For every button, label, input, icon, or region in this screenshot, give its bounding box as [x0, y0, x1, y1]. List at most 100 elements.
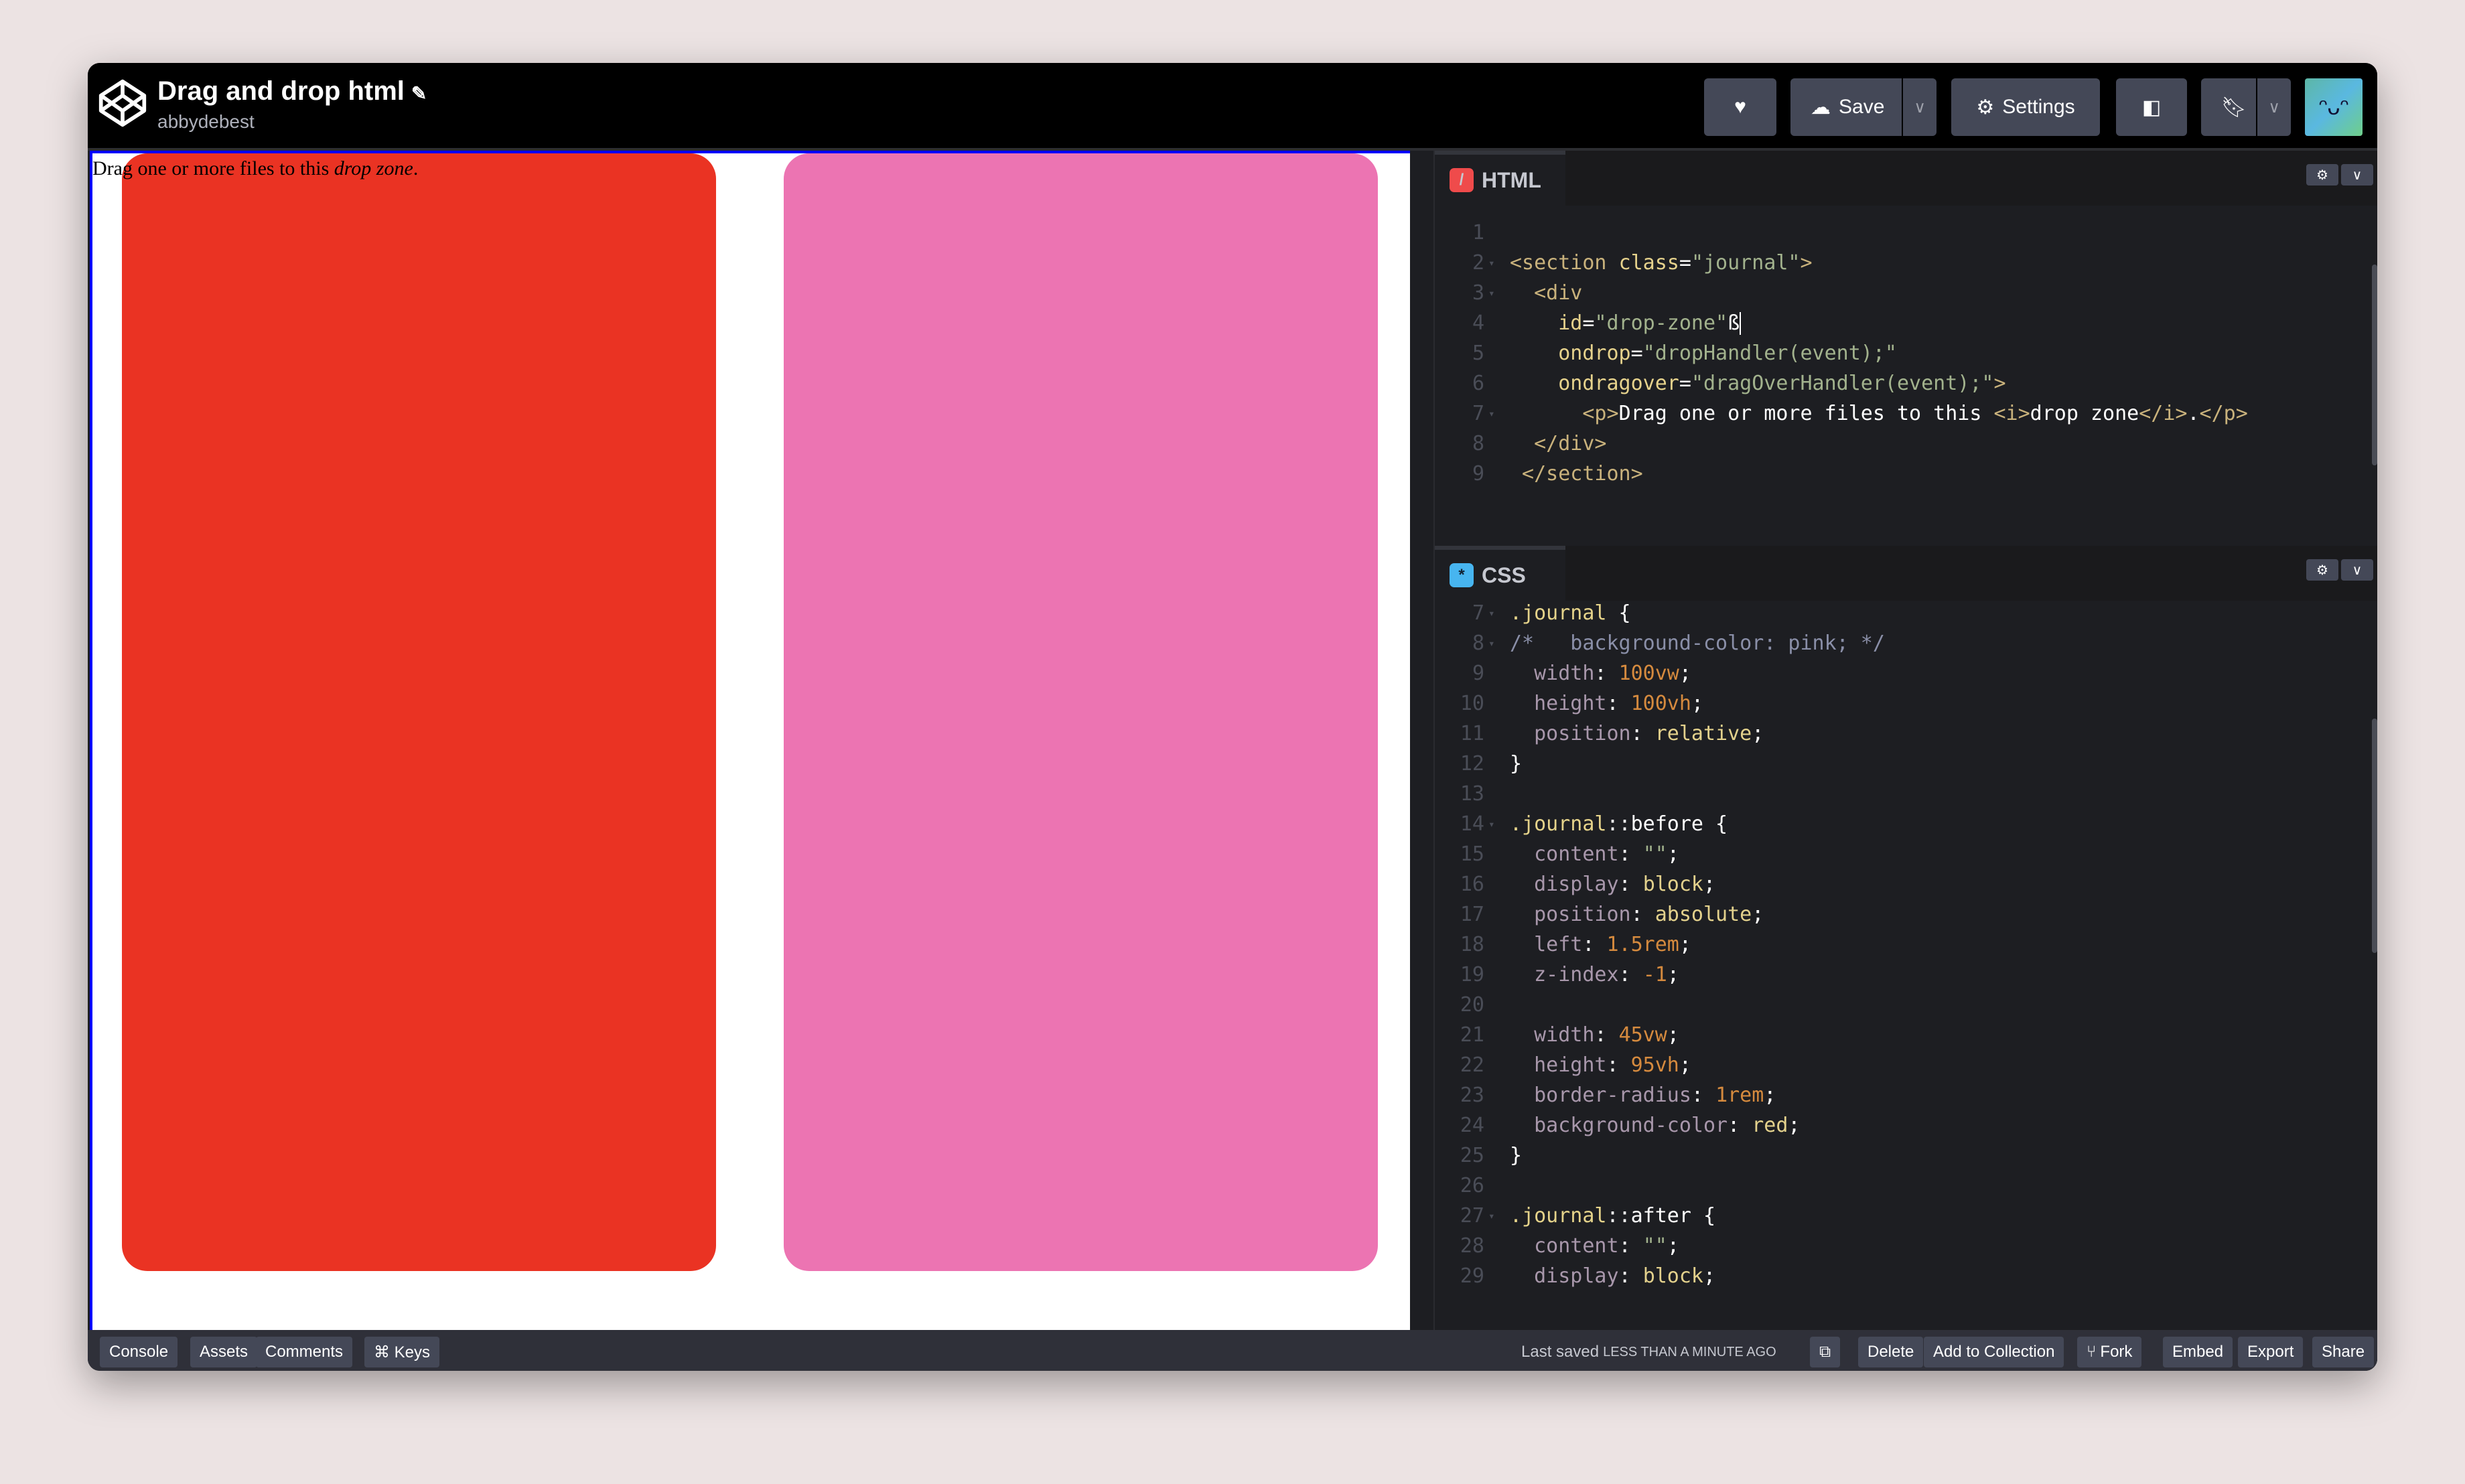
code-token: drop zone: [2030, 402, 2139, 425]
html-settings-gear-icon[interactable]: ⚙: [2306, 164, 2338, 186]
code-token: :: [1618, 873, 1643, 896]
code-line: 15 content: "";: [1435, 839, 2377, 869]
code-line: 28 content: "";: [1435, 1231, 2377, 1261]
export-button[interactable]: Export: [2238, 1337, 2304, 1367]
line-number: 12: [1460, 752, 1484, 775]
code-token: ;: [1764, 1084, 1776, 1107]
assets-button[interactable]: Assets: [190, 1337, 258, 1367]
fork-button[interactable]: ⑂ Fork: [2077, 1337, 2142, 1367]
drop-zone-text-em: drop zone: [334, 157, 413, 179]
console-button[interactable]: Console: [100, 1337, 178, 1367]
author-name[interactable]: abbydebest: [157, 111, 255, 133]
css-scrollbar[interactable]: [2372, 719, 2377, 953]
code-text: border-radius: 1rem;: [1502, 1084, 1776, 1107]
drop-zone-text-end: .: [413, 157, 419, 179]
code-token: ;: [1679, 933, 1691, 956]
html-scrollbar[interactable]: [2372, 265, 2377, 465]
line-number: 29: [1460, 1264, 1484, 1288]
code-line: 11 position: relative;: [1435, 719, 2377, 749]
code-token: =: [1630, 342, 1643, 365]
open-external-button[interactable]: ⧉: [1810, 1337, 1841, 1367]
like-button[interactable]: ♥: [1704, 78, 1776, 136]
share-button[interactable]: Share: [2312, 1337, 2375, 1367]
code-token: left: [1510, 933, 1583, 956]
pencil-icon[interactable]: ✎: [411, 83, 427, 104]
code-token: :: [1606, 1053, 1631, 1077]
css-settings-gear-icon[interactable]: ⚙: [2306, 559, 2338, 581]
keys-button[interactable]: ⌘ Keys: [364, 1337, 440, 1367]
change-view-button[interactable]: ◧: [2116, 78, 2187, 136]
code-line: 29 display: block;: [1435, 1261, 2377, 1291]
html-tab[interactable]: / HTML: [1435, 151, 1565, 206]
code-token: :: [1630, 722, 1655, 745]
code-line: 10 height: 100vh;: [1435, 688, 2377, 719]
save-button[interactable]: ☁ Save ∨: [1790, 78, 1936, 136]
code-line: 20: [1435, 990, 2377, 1020]
code-text: display: block;: [1502, 1264, 1715, 1288]
line-number: 15: [1460, 842, 1484, 866]
user-avatar[interactable]: ᵔᴗᵔ: [2305, 78, 2363, 136]
code-line: 1: [1435, 218, 2377, 248]
bookmark-button[interactable]: 🔖︎ ∨: [2201, 78, 2291, 136]
save-dropdown-chevron-icon[interactable]: ∨: [1902, 78, 1936, 136]
line-number: 23: [1460, 1084, 1484, 1107]
code-token: :: [1630, 903, 1655, 926]
code-line: 13: [1435, 779, 2377, 809]
code-text: </section>: [1502, 462, 1643, 486]
code-text: content: "";: [1502, 1234, 1679, 1258]
code-token: red: [1752, 1114, 1788, 1137]
html-label: HTML: [1482, 167, 1541, 192]
code-text: left: 1.5rem;: [1502, 933, 1691, 956]
code-token: ;: [1752, 722, 1764, 745]
code-token: z-index: [1510, 963, 1619, 986]
code-line: 12}: [1435, 749, 2377, 779]
line-number: 24: [1460, 1114, 1484, 1137]
code-token: <i>: [1993, 402, 2030, 425]
comments-button[interactable]: Comments: [256, 1337, 353, 1367]
line-number: 20: [1460, 993, 1484, 1017]
code-token: :: [1606, 692, 1631, 715]
code-text: }: [1502, 1144, 1522, 1167]
code-token: display: [1510, 873, 1619, 896]
line-number: 9: [1472, 462, 1484, 486]
code-text: ondrop="dropHandler(event);": [1502, 342, 1897, 365]
code-text: content: "";: [1502, 842, 1679, 866]
css-collapse-chevron-icon[interactable]: ∨: [2341, 559, 2373, 581]
bookmark-chevron-icon[interactable]: ∨: [2256, 78, 2291, 136]
embed-button[interactable]: Embed: [2163, 1337, 2233, 1367]
html-collapse-chevron-icon[interactable]: ∨: [2341, 164, 2373, 186]
line-number: 8: [1472, 432, 1484, 455]
code-text: </div>: [1502, 432, 1606, 455]
pen-title[interactable]: Drag and drop html ✎: [157, 76, 427, 106]
code-token: .journal: [1510, 1204, 1607, 1228]
css-tab[interactable]: * CSS: [1435, 546, 1565, 601]
code-line: 16 display: block;: [1435, 869, 2377, 899]
code-line: 9 width: 100vw;: [1435, 658, 2377, 688]
fold-arrow-icon: ▾: [1488, 287, 1495, 299]
code-token: block: [1642, 1264, 1703, 1288]
code-token: class: [1618, 251, 1679, 275]
code-token: =: [1679, 372, 1691, 395]
code-line: 22 height: 95vh;: [1435, 1050, 2377, 1080]
delete-button[interactable]: Delete: [1858, 1337, 1924, 1367]
css-code-editor[interactable]: 7 ▾ .journal {8 ▾/* background-color: pink;…: [1435, 598, 2377, 1343]
code-token: "drop-zone": [1594, 311, 1728, 335]
line-number: 7: [1472, 601, 1484, 625]
settings-button[interactable]: ⚙ Settings: [1951, 78, 2100, 136]
preview-pane[interactable]: Drag one or more files to this drop zone…: [90, 151, 1410, 1330]
code-token: "dragOverHandler(event);": [1691, 372, 1994, 395]
codepen-logo-icon[interactable]: [97, 78, 148, 129]
code-token: ;: [1667, 1234, 1679, 1258]
html-code-editor[interactable]: 1 2 ▾ <section class="journal"> 3 ▾ <div 4 id=…: [1435, 218, 2377, 546]
code-text: width: 100vw;: [1502, 662, 1691, 685]
code-token: relative: [1654, 722, 1752, 745]
code-token: "": [1642, 842, 1667, 866]
line-number: 25: [1460, 1144, 1484, 1167]
code-text: .journal {: [1502, 601, 1631, 625]
code-token: ::after {: [1606, 1204, 1716, 1228]
line-number: 8: [1472, 632, 1484, 655]
code-token: 100vh: [1630, 692, 1691, 715]
add-to-collection-button[interactable]: Add to Collection: [1924, 1337, 2064, 1367]
code-line: 4 id="drop-zone"ß: [1435, 308, 2377, 338]
code-token: :: [1594, 1023, 1619, 1047]
